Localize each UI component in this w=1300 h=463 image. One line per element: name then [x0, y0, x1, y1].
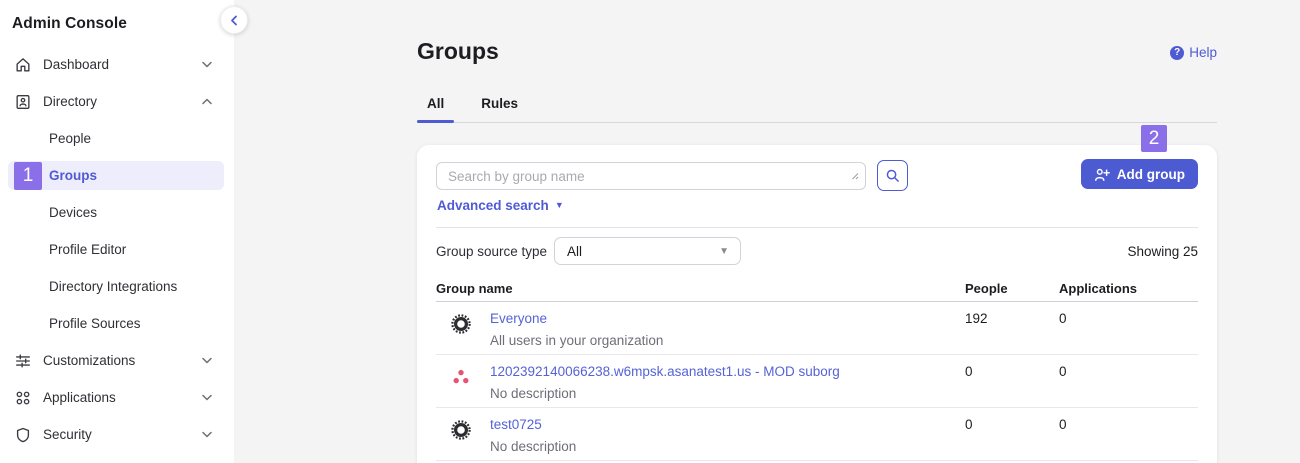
sidebar-item-label: Applications	[43, 390, 116, 405]
col-group-name: Group name	[436, 281, 965, 296]
people-count: 0	[965, 415, 1059, 454]
sidebar-item-label: Directory Integrations	[49, 279, 177, 294]
sidebar-item-label: Profile Editor	[49, 242, 126, 257]
sidebar-item-label: Customizations	[43, 353, 135, 368]
chevron-down-icon	[202, 61, 212, 68]
customizations-icon	[13, 351, 32, 370]
tab-bar: All Rules	[417, 96, 1217, 123]
group-name-link[interactable]: Everyone	[490, 309, 547, 326]
table-row: 1202392140066238.w6mpsk.asanatest1.us - …	[436, 355, 1198, 408]
directory-icon	[13, 92, 32, 111]
chevron-up-icon	[202, 98, 212, 105]
admin-console-screen: Admin Console Dashboard Directory	[0, 0, 1300, 463]
sidebar-item-label: Dashboard	[43, 57, 109, 72]
source-type-label: Group source type	[436, 244, 547, 259]
sidebar-item-devices[interactable]: Devices	[0, 194, 234, 231]
chevron-down-icon	[202, 357, 212, 364]
source-type-select[interactable]: All ▼	[554, 237, 741, 265]
caret-down-icon: ▼	[555, 201, 564, 210]
people-count: 192	[965, 309, 1059, 348]
security-shield-icon	[13, 425, 32, 444]
group-name-link[interactable]: 1202392140066238.w6mpsk.asanatest1.us - …	[490, 362, 840, 379]
add-group-button[interactable]: Add group	[1081, 159, 1198, 189]
sidebar-item-label: Groups	[49, 168, 97, 183]
sidebar-item-profile-sources[interactable]: Profile Sources	[0, 305, 234, 342]
group-type-icon	[450, 313, 472, 335]
sidebar-item-security[interactable]: Security	[0, 416, 234, 453]
sidebar-item-dashboard[interactable]: Dashboard	[0, 46, 234, 83]
search-icon	[885, 168, 900, 183]
sidebar-item-label: Profile Sources	[49, 316, 141, 331]
sidebar-item-label: Directory	[43, 94, 97, 109]
people-count: 0	[965, 362, 1059, 401]
search-button[interactable]	[877, 160, 908, 191]
help-label: Help	[1189, 45, 1217, 60]
home-icon	[13, 55, 32, 74]
sidebar: Admin Console Dashboard Directory	[0, 0, 234, 463]
sidebar-item-directory-integrations[interactable]: Directory Integrations	[0, 268, 234, 305]
showing-count: Showing 25	[1127, 244, 1198, 259]
caret-down-icon: ▼	[719, 246, 729, 257]
sidebar-collapse-button[interactable]	[220, 6, 248, 34]
sidebar-item-profile-editor[interactable]: Profile Editor	[0, 231, 234, 268]
main-area: Groups ? Help All Rules	[234, 0, 1300, 463]
help-link[interactable]: ? Help	[1170, 45, 1217, 60]
sidebar-item-label: Security	[43, 427, 92, 442]
add-group-label: Add group	[1117, 167, 1185, 182]
table-row: test0725 No description 0 0	[436, 408, 1198, 461]
group-type-icon	[450, 419, 472, 441]
chevron-down-icon	[202, 431, 212, 438]
tab-rules[interactable]: Rules	[471, 96, 528, 122]
group-description: All users in your organization	[490, 333, 965, 348]
page-title: Groups	[417, 38, 499, 65]
group-description: No description	[490, 439, 965, 454]
applications-count: 0	[1059, 415, 1198, 454]
col-people: People	[965, 281, 1059, 296]
sidebar-item-applications[interactable]: Applications	[0, 379, 234, 416]
sidebar-item-customizations[interactable]: Customizations	[0, 342, 234, 379]
table-body: Everyone All users in your organization …	[436, 302, 1198, 463]
tab-all[interactable]: All	[417, 96, 454, 122]
resize-grip-icon[interactable]	[850, 167, 859, 185]
app-title: Admin Console	[0, 0, 234, 46]
add-user-icon	[1094, 167, 1110, 182]
group-type-icon	[450, 366, 472, 388]
group-description: No description	[490, 386, 965, 401]
sidebar-item-label: People	[49, 131, 91, 146]
sidebar-item-people[interactable]: People	[0, 120, 234, 157]
sidebar-nav: Dashboard Directory People Gr	[0, 46, 234, 453]
sidebar-item-label: Devices	[49, 205, 97, 220]
chevron-left-icon	[230, 15, 238, 26]
annotation-step-2: 2	[1141, 125, 1167, 152]
table-row: Everyone All users in your organization …	[436, 302, 1198, 355]
help-icon: ?	[1170, 46, 1184, 60]
advanced-search-label: Advanced search	[437, 198, 549, 213]
applications-icon	[13, 388, 32, 407]
groups-card: Add group Advanced search ▼ Group source…	[417, 145, 1217, 463]
applications-count: 0	[1059, 362, 1198, 401]
group-name-link[interactable]: test0725	[490, 415, 542, 432]
table-header: Group name People Applications	[436, 276, 1198, 302]
col-applications: Applications	[1059, 281, 1198, 296]
chevron-down-icon	[202, 394, 212, 401]
applications-count: 0	[1059, 309, 1198, 348]
annotation-step-1: 1	[14, 162, 42, 190]
sidebar-item-directory[interactable]: Directory	[0, 83, 234, 120]
search-input[interactable]	[436, 162, 866, 190]
source-type-value: All	[567, 244, 582, 259]
advanced-search-link[interactable]: Advanced search ▼	[437, 198, 564, 213]
